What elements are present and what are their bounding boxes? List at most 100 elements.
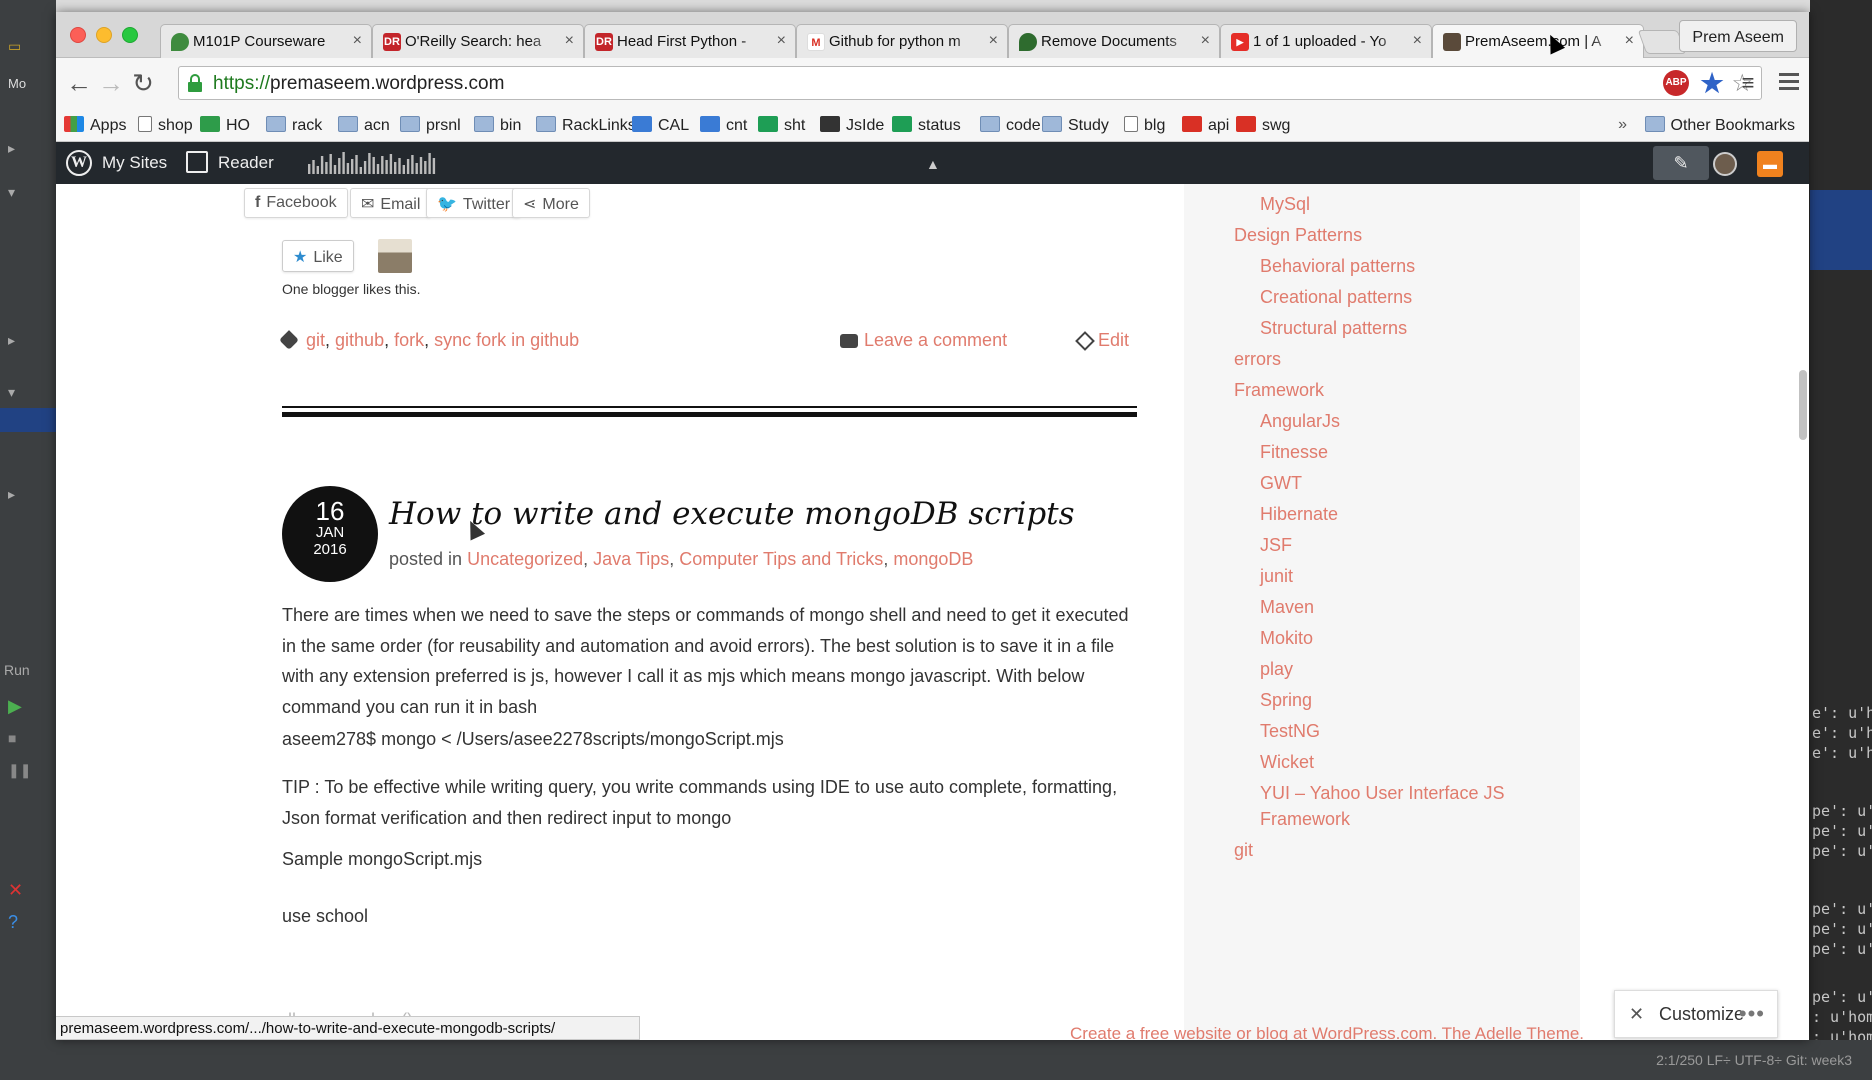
window-minimize-button[interactable] — [96, 27, 112, 43]
pause-icon[interactable]: ❚❚ — [8, 762, 31, 778]
reload-icon[interactable]: ↻ — [128, 70, 158, 96]
more-dots-icon[interactable]: ••• — [1739, 1001, 1765, 1027]
bookmark-bin[interactable]: bin — [474, 116, 521, 135]
edit-link[interactable]: Edit — [1075, 330, 1129, 351]
tab-remove-documents[interactable]: Remove Documents × — [1008, 24, 1220, 58]
sidebar-category-link[interactable]: YUI – Yahoo User Interface JS — [1260, 783, 1504, 804]
share-email-button[interactable]: ✉ Email — [350, 188, 432, 218]
sidebar-category-link[interactable]: TestNG — [1260, 721, 1320, 742]
footer-credit-link[interactable]: Create a free website or blog at WordPre… — [1070, 1024, 1584, 1040]
collapse-arrow-icon[interactable]: ▾ — [8, 384, 26, 400]
sidebar-category-link[interactable]: Framework — [1234, 380, 1324, 401]
help-icon[interactable]: ? — [8, 912, 26, 932]
leave-comment-link[interactable]: Leave a comment — [840, 330, 1007, 351]
close-tab-icon[interactable]: × — [565, 32, 574, 50]
category-link[interactable]: Java Tips — [593, 549, 669, 569]
sidebar-category-link[interactable]: Maven — [1260, 597, 1314, 618]
notifications-icon[interactable]: ▬ — [1757, 151, 1783, 177]
close-run-icon[interactable]: ✕ — [8, 880, 26, 900]
bookmark-sht[interactable]: sht — [758, 116, 805, 135]
tag-link[interactable]: github — [335, 330, 384, 350]
close-tab-icon[interactable]: × — [353, 32, 362, 50]
back-arrow-icon[interactable]: ← — [64, 70, 94, 96]
close-tab-icon[interactable]: × — [777, 32, 786, 50]
sidebar-category-link[interactable]: Structural patterns — [1260, 318, 1407, 339]
adblock-plus-icon[interactable]: ABP — [1663, 70, 1689, 96]
category-link[interactable]: Computer Tips and Tricks — [679, 549, 883, 569]
tag-link[interactable]: sync fork in github — [434, 330, 579, 350]
sidebar-category-link[interactable]: errors — [1234, 349, 1281, 370]
profile-button[interactable]: Prem Aseem — [1679, 20, 1797, 52]
bookmark-cnt[interactable]: cnt — [700, 116, 747, 135]
customize-button[interactable]: ✕ Customize ••• — [1614, 990, 1778, 1038]
like-button[interactable]: ★ Like — [282, 240, 354, 272]
address-bar[interactable]: https://premaseem.wordpress.com ☆ — [178, 66, 1762, 100]
sidebar-category-link[interactable]: git — [1234, 840, 1253, 861]
stats-sparkline-icon[interactable] — [308, 152, 438, 174]
bookmark-blg[interactable]: blg — [1124, 116, 1165, 135]
star-extension-icon[interactable]: ★ — [1699, 70, 1725, 96]
close-tab-icon[interactable]: × — [1625, 32, 1634, 50]
stop-icon[interactable]: ■ — [8, 730, 26, 746]
page-scrollbar[interactable] — [1799, 370, 1807, 440]
bookmark-swg[interactable]: swg — [1236, 116, 1290, 135]
write-post-button[interactable]: ✎ — [1653, 146, 1709, 180]
tab-github-for-python[interactable]: M Github for python m × — [796, 24, 1008, 58]
tab-head-first-python[interactable]: DR Head First Python - × — [584, 24, 796, 58]
bookmark-racklinks[interactable]: RackLinks — [536, 116, 636, 135]
tab-youtube-upload[interactable]: ▶ 1 of 1 uploaded - Yo × — [1220, 24, 1432, 58]
bookmark-prsnl[interactable]: prsnl — [400, 116, 461, 135]
tag-link[interactable]: fork — [394, 330, 424, 350]
sidebar-category-link[interactable]: Fitnesse — [1260, 442, 1328, 463]
bookmark-study[interactable]: Study — [1042, 116, 1109, 135]
bookmark-jside[interactable]: JsIde — [820, 116, 884, 135]
sidebar-category-link[interactable]: JSF — [1260, 535, 1292, 556]
share-twitter-button[interactable]: 🐦 Twitter — [426, 188, 522, 218]
tab-oreilly-search[interactable]: DR O'Reilly Search: hea × — [372, 24, 584, 58]
window-maximize-button[interactable] — [122, 27, 138, 43]
share-more-button[interactable]: ⋖ More — [512, 188, 590, 218]
run-play-icon[interactable]: ▶ — [8, 696, 26, 716]
sidebar-category-link[interactable]: Design Patterns — [1234, 225, 1362, 246]
sidebar-category-link[interactable]: Creational patterns — [1260, 287, 1412, 308]
avatar[interactable] — [1713, 152, 1737, 176]
sidebar-category-link[interactable]: Behavioral patterns — [1260, 256, 1415, 277]
bookmark-acn[interactable]: acn — [338, 116, 390, 135]
sidebar-category-link[interactable]: AngularJs — [1260, 411, 1340, 432]
sidebar-category-link[interactable]: Framework — [1260, 809, 1350, 830]
forward-arrow-icon[interactable]: → — [96, 70, 126, 96]
tag-link[interactable]: git — [306, 330, 325, 350]
expand-arrow-icon[interactable]: ▸ — [8, 332, 26, 348]
share-facebook-button[interactable]: f Facebook — [244, 188, 348, 218]
sidebar-category-link[interactable]: play — [1260, 659, 1293, 680]
extension-icon[interactable]: ≡ — [1735, 70, 1761, 96]
sidebar-category-link[interactable]: GWT — [1260, 473, 1302, 494]
window-close-button[interactable] — [70, 27, 86, 43]
liker-avatar[interactable] — [378, 239, 412, 273]
sidebar-category-link[interactable]: Mokito — [1260, 628, 1313, 649]
my-sites-link[interactable]: My Sites — [102, 153, 167, 173]
wordpress-logo-icon[interactable]: W — [66, 150, 92, 176]
collapse-arrow-icon[interactable]: ▾ — [8, 184, 26, 200]
close-tab-icon[interactable]: × — [1413, 32, 1422, 50]
bookmark-rack[interactable]: rack — [266, 116, 322, 135]
folder-icon[interactable]: ▭ — [8, 38, 26, 54]
tab-m101p[interactable]: M101P Courseware × — [160, 24, 372, 58]
bookmark-api[interactable]: api — [1182, 116, 1229, 135]
reader-link[interactable]: Reader — [218, 153, 274, 173]
bookmark-status[interactable]: status — [892, 116, 961, 135]
tab-premaseem[interactable]: PremAseem.com | A × — [1432, 24, 1644, 59]
collapse-up-icon[interactable]: ▲ — [926, 156, 940, 172]
close-tab-icon[interactable]: × — [989, 32, 998, 50]
bookmark-ho[interactable]: HO — [200, 116, 250, 135]
post-title[interactable]: How to write and execute mongoDB scripts — [389, 496, 1075, 532]
expand-arrow-icon[interactable]: ▸ — [8, 486, 26, 502]
close-tab-icon[interactable]: × — [1201, 32, 1210, 50]
sidebar-category-link[interactable]: Wicket — [1260, 752, 1314, 773]
bookmark-apps[interactable]: Apps — [64, 116, 126, 135]
sidebar-category-link[interactable]: junit — [1260, 566, 1293, 587]
bookmark-shop[interactable]: shop — [138, 116, 193, 135]
category-link[interactable]: Uncategorized — [467, 549, 583, 569]
bookmark-cal[interactable]: CAL — [632, 116, 689, 135]
sidebar-category-link[interactable]: Hibernate — [1260, 504, 1338, 525]
